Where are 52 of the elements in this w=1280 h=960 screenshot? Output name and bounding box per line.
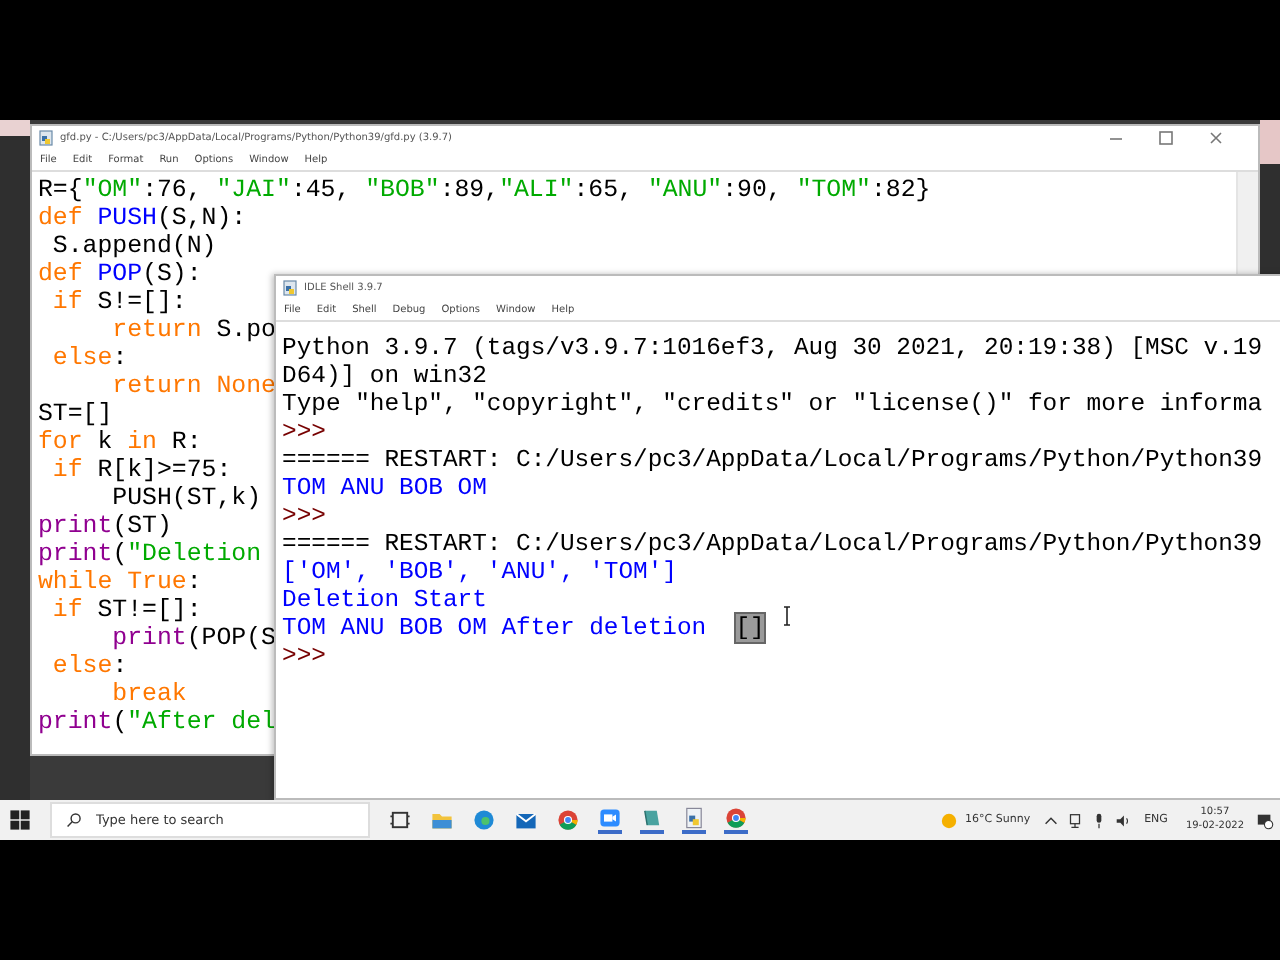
speaker-icon[interactable] (1114, 811, 1133, 829)
code-line: return S.po (111, 316, 276, 344)
code-line: for k in R: (38, 428, 202, 456)
code-line: print(POP(S (111, 624, 276, 652)
shell-line: TOM ANU BOB OM (282, 474, 487, 502)
code-line: S.append(N) (50, 232, 217, 260)
code-line: if ST!=[]: (50, 596, 202, 624)
chrome-icon[interactable] (724, 806, 748, 834)
search-icon (66, 812, 82, 828)
code-line: if R[k]>=75: (50, 456, 232, 484)
text-cursor-icon (782, 606, 792, 626)
network-icon[interactable] (1066, 811, 1085, 829)
code-line: R={"OM":76, "JAI":45, "BOB":89,"ALI":65, "ANU":90, "TOM":82} (38, 176, 931, 204)
scrollbar[interactable] (1236, 172, 1258, 276)
code-line: print(ST) (38, 512, 172, 540)
python-file-icon (38, 130, 54, 146)
notification-icon[interactable] (1256, 811, 1274, 829)
code-line: else: (50, 652, 128, 680)
code-line: print("Deletion (38, 540, 262, 568)
code-line: while True: (38, 568, 202, 596)
shell-line: >>> (282, 642, 326, 670)
code-line: ST=[] (38, 400, 113, 428)
video-camera-icon[interactable] (598, 806, 622, 834)
browser-icon[interactable] (472, 808, 496, 832)
shell-line: Deletion Start (282, 586, 487, 614)
chrome-icon[interactable] (556, 808, 580, 832)
mail-icon[interactable] (514, 808, 538, 832)
code-line: return None (110, 372, 276, 400)
code-line: def POP(S): (38, 260, 202, 288)
shell-line: ['OM', 'BOB', 'ANU', 'TOM'] (282, 558, 677, 586)
python-file-icon[interactable] (682, 806, 706, 834)
code-line: def PUSH(S,N): (38, 204, 247, 232)
shell-line: TOM ANU BOB OM After deletion [] (282, 614, 765, 642)
shell-line: >>> (282, 502, 326, 530)
shell-line: >>> (282, 418, 326, 446)
shell-line: Python 3.9.7 (tags/v3.9.7:1016ef3, Aug 30 2021, 20:19:38) [MSC v.19 (282, 334, 1263, 362)
task-view-icon[interactable] (388, 808, 412, 832)
code-line: print("After del (38, 708, 276, 736)
shell-line: ====== RESTART: C:/Users/pc3/AppData/Local/Programs/Python/Python39 (282, 446, 1263, 474)
code-line: break (110, 680, 187, 708)
close-icon[interactable] (1208, 130, 1224, 146)
windows-start-icon[interactable] (8, 808, 32, 832)
shell-line: D64)] on win32 (282, 362, 487, 390)
folder-icon[interactable] (430, 808, 454, 832)
code-line: PUSH(ST,k) (110, 484, 262, 512)
app-icon[interactable] (640, 806, 664, 834)
shell-line: Type "help", "copyright", "credits" or "license()" for more informa (282, 390, 1263, 418)
shell-line: ====== RESTART: C:/Users/pc3/AppData/Local/Programs/Python/Python39 (282, 530, 1263, 558)
code-line: if S!=[]: (50, 288, 187, 316)
maximize-icon[interactable] (1158, 130, 1174, 146)
code-line: else: (50, 344, 128, 372)
python-file-icon (282, 280, 298, 296)
